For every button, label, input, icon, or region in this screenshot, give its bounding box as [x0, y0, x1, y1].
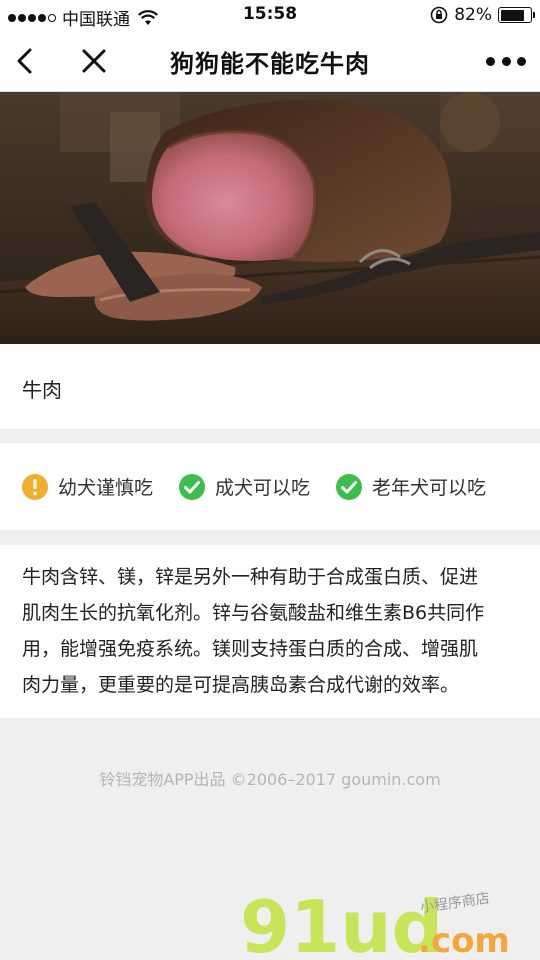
description-line: 肉力量，更重要的是可提高胰岛素合成代谢的效率。 [22, 674, 460, 696]
svg-text:.com: .com [418, 921, 510, 960]
page-title: 狗狗能不能吃牛肉 [170, 50, 370, 78]
battery-icon [498, 7, 535, 23]
description-text: 牛肉含锌、镁，锌是另外一种有助于合成蛋白质、促进 肌肉生长的抗氧化剂。锌与谷氨酸… [22, 559, 522, 703]
nav-bar: 狗狗能不能吃牛肉 [0, 30, 540, 92]
watermark-logo: 91ud .com 小程序商店 [240, 885, 510, 960]
description-section: 牛肉含锌、镁，锌是另外一种有助于合成蛋白质、促进 肌肉生长的抗氧化剂。锌与谷氨酸… [0, 545, 540, 718]
battery-percent: 82% [454, 5, 492, 25]
svg-text:91ud: 91ud [240, 885, 443, 960]
tag-senior: 老年犬可以吃 [336, 473, 486, 500]
back-icon[interactable] [10, 44, 40, 78]
more-icon[interactable] [486, 52, 526, 70]
hero-image-beef [0, 92, 540, 344]
status-bar: 中国联通 15:58 82% [0, 0, 540, 30]
status-right: 82% [430, 5, 535, 25]
description-line: 肌肉生长的抗氧化剂。锌与谷氨酸盐和维生素B6共同作 [22, 602, 485, 624]
warning-icon [22, 473, 48, 500]
suitability-tags: 幼犬谨慎吃 成犬可以吃 老年犬可以吃 [0, 443, 540, 530]
food-name: 牛肉 [22, 378, 62, 402]
tag-puppy: 幼犬谨慎吃 [22, 473, 153, 500]
tag-label: 幼犬谨慎吃 [58, 477, 154, 499]
close-icon[interactable] [80, 46, 108, 76]
check-icon [179, 473, 205, 500]
tag-label: 老年犬可以吃 [372, 477, 487, 499]
tag-label: 成犬可以吃 [215, 477, 311, 499]
check-icon [336, 473, 362, 500]
battery-fill [500, 9, 525, 21]
tag-adult: 成犬可以吃 [179, 473, 310, 500]
description-line: 牛肉含锌、镁，锌是另外一种有助于合成蛋白质、促进 [22, 566, 479, 588]
description-line: 用，能增强免疫系统。镁则支持蛋白质的合成、增强肌 [22, 638, 479, 660]
food-name-section: 牛肉 [0, 344, 540, 429]
footer-credit: 铃铛宠物APP出品 ©2006–2017 goumin.com [99, 770, 441, 789]
rotation-lock-icon [430, 6, 448, 24]
